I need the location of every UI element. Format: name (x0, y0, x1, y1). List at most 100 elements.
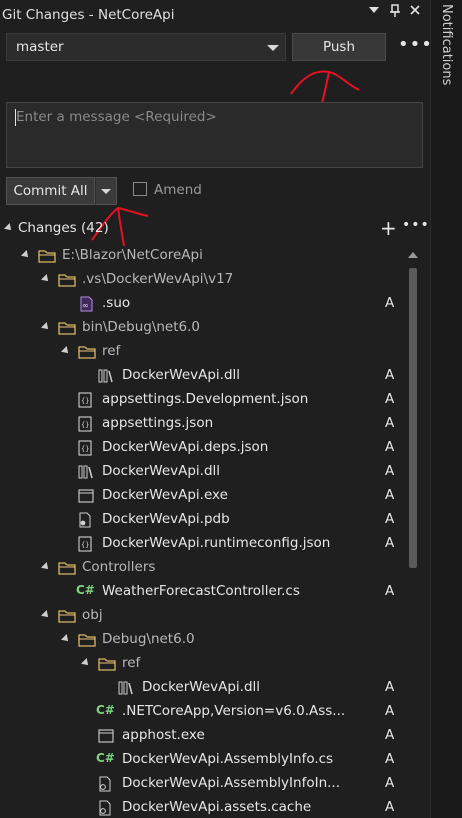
exe-icon (78, 488, 94, 504)
tree-item-label: .NETCoreApp,Version=v6.0.Ass... (122, 703, 346, 719)
tree-row[interactable]: DockerWevApi.AssemblyInfoIn... A (18, 772, 402, 796)
expand-arrow-icon[interactable] (41, 562, 51, 572)
tree-row[interactable]: bin\Debug\net6.0 (18, 316, 402, 340)
tree-row[interactable]: C# WeatherForecastController.cs A (18, 580, 402, 604)
tree-row[interactable]: C# .NETCoreApp,Version=v6.0.Ass... A (18, 700, 402, 724)
tree-item-label: obj (82, 607, 103, 623)
notifications-sidebar[interactable]: Notifications (430, 0, 462, 818)
tree-item-label: DockerWevApi.pdb (102, 511, 230, 527)
json-icon: {} (78, 392, 94, 408)
svg-text:{}: {} (81, 397, 89, 405)
commit-message-input[interactable]: Enter a message <Required> (6, 102, 423, 168)
tree-item-label: bin\Debug\net6.0 (82, 319, 200, 335)
change-status: A (385, 703, 395, 719)
tree-item-label: DockerWevApi.deps.json (102, 439, 269, 455)
tree-row[interactable]: ∞ .suo A (18, 292, 402, 316)
amend-label: Amend (154, 182, 202, 198)
changes-more-button[interactable]: ••• (402, 217, 430, 233)
expand-arrow-icon[interactable] (41, 274, 51, 284)
tree-row[interactable]: DockerWevApi.dll A (18, 676, 402, 700)
tree-row[interactable]: ref (18, 652, 402, 676)
window-title: Git Changes - NetCoreApi (2, 7, 175, 23)
tree-row[interactable]: {} DockerWevApi.deps.json A (18, 436, 402, 460)
pdb-icon (78, 512, 94, 528)
tree-row[interactable]: DockerWevApi.dll A (18, 364, 402, 388)
changes-header[interactable]: Changes (42) + ••• (0, 216, 430, 240)
tree-row[interactable]: DockerWevApi.exe A (18, 484, 402, 508)
tree-item-label: apphost.exe (122, 727, 205, 743)
tree-row[interactable]: obj (18, 604, 402, 628)
csharp-file-icon: C# (76, 583, 95, 597)
push-button[interactable]: Push (292, 33, 386, 61)
suo-icon: ∞ (78, 296, 94, 312)
tree-row[interactable]: {} appsettings.Development.json A (18, 388, 402, 412)
change-status: A (385, 511, 395, 527)
tree-row[interactable]: Debug\net6.0 (18, 628, 402, 652)
title-bar: Git Changes - NetCoreApi (0, 0, 430, 30)
expand-arrow-icon[interactable] (81, 658, 91, 668)
stage-all-button[interactable]: + (380, 216, 397, 240)
change-status: A (385, 535, 395, 551)
expand-arrow-icon[interactable] (61, 346, 71, 356)
change-status: A (385, 679, 395, 695)
branch-name: master (16, 39, 64, 55)
tree-row[interactable]: Controllers (18, 556, 402, 580)
git-changes-panel: Git Changes - NetCoreApi master Push •••… (0, 0, 433, 818)
tree-row[interactable]: C# DockerWevApi.AssemblyInfo.cs A (18, 748, 402, 772)
cache-icon (98, 800, 114, 816)
json-icon: {} (78, 416, 94, 432)
commit-all-button[interactable]: Commit All (6, 177, 95, 205)
svg-text:{}: {} (81, 445, 89, 453)
tree-item-label: DockerWevApi.AssemblyInfo.cs (122, 751, 334, 767)
change-status: A (385, 583, 395, 599)
tree-row[interactable]: DockerWevApi.assets.cache A (18, 796, 402, 818)
changes-count-label: Changes (42) (18, 220, 109, 236)
expand-arrow-icon[interactable] (41, 322, 51, 332)
svg-text:{}: {} (81, 421, 89, 429)
expand-arrow-icon[interactable] (21, 250, 31, 260)
tree-item-label: ref (122, 655, 141, 671)
pin-icon[interactable] (387, 4, 403, 21)
more-options-button[interactable]: ••• (398, 34, 433, 55)
tree-row[interactable]: DockerWevApi.pdb A (18, 508, 402, 532)
change-status: A (385, 799, 395, 815)
tree-item-label: DockerWevApi.AssemblyInfoIn... (122, 775, 340, 791)
tree-item-label: DockerWevApi.dll (122, 367, 241, 383)
scroll-up-icon[interactable] (408, 252, 418, 258)
change-status: A (385, 439, 395, 455)
csharp-file-icon: C# (96, 703, 115, 717)
tree-row[interactable]: ref (18, 340, 402, 364)
tree-row[interactable]: E:\Blazor\NetCoreApi (18, 244, 402, 268)
folder-icon (38, 248, 56, 264)
expand-arrow-icon[interactable] (41, 610, 51, 620)
vertical-scrollbar[interactable] (405, 244, 421, 818)
tree-row[interactable]: {} appsettings.json A (18, 412, 402, 436)
notifications-tab[interactable]: Notifications (439, 4, 454, 85)
exe-icon (98, 728, 114, 744)
tree-item-label: DockerWevApi.runtimeconfig.json (102, 535, 331, 551)
amend-checkbox[interactable] (133, 182, 147, 196)
tree-row[interactable]: {} DockerWevApi.runtimeconfig.json A (18, 532, 402, 556)
chevron-down-icon (267, 45, 279, 51)
window-options-icon[interactable] (366, 4, 382, 19)
tree-item-label: appsettings.json (102, 415, 214, 431)
dll-icon (98, 368, 114, 384)
folder-icon (58, 272, 76, 288)
change-status: A (385, 751, 395, 767)
folder-icon (58, 560, 76, 576)
folder-icon (58, 608, 76, 624)
tree-item-label: appsettings.Development.json (102, 391, 309, 407)
close-icon[interactable] (407, 4, 423, 19)
change-status: A (385, 391, 395, 407)
collapse-arrow-icon[interactable] (4, 223, 14, 233)
json-icon: {} (78, 536, 94, 552)
scroll-thumb[interactable] (409, 268, 417, 568)
tree-row[interactable]: .vs\DockerWevApi\v17 (18, 268, 402, 292)
tree-row[interactable]: apphost.exe A (18, 724, 402, 748)
tree-item-label: DockerWevApi.dll (102, 463, 221, 479)
expand-arrow-icon[interactable] (61, 634, 71, 644)
tree-row[interactable]: DockerWevApi.dll A (18, 460, 402, 484)
branch-selector[interactable]: master (6, 33, 286, 61)
tree-item-label: .suo (102, 295, 131, 311)
tree-item-label: WeatherForecastController.cs (102, 583, 300, 599)
